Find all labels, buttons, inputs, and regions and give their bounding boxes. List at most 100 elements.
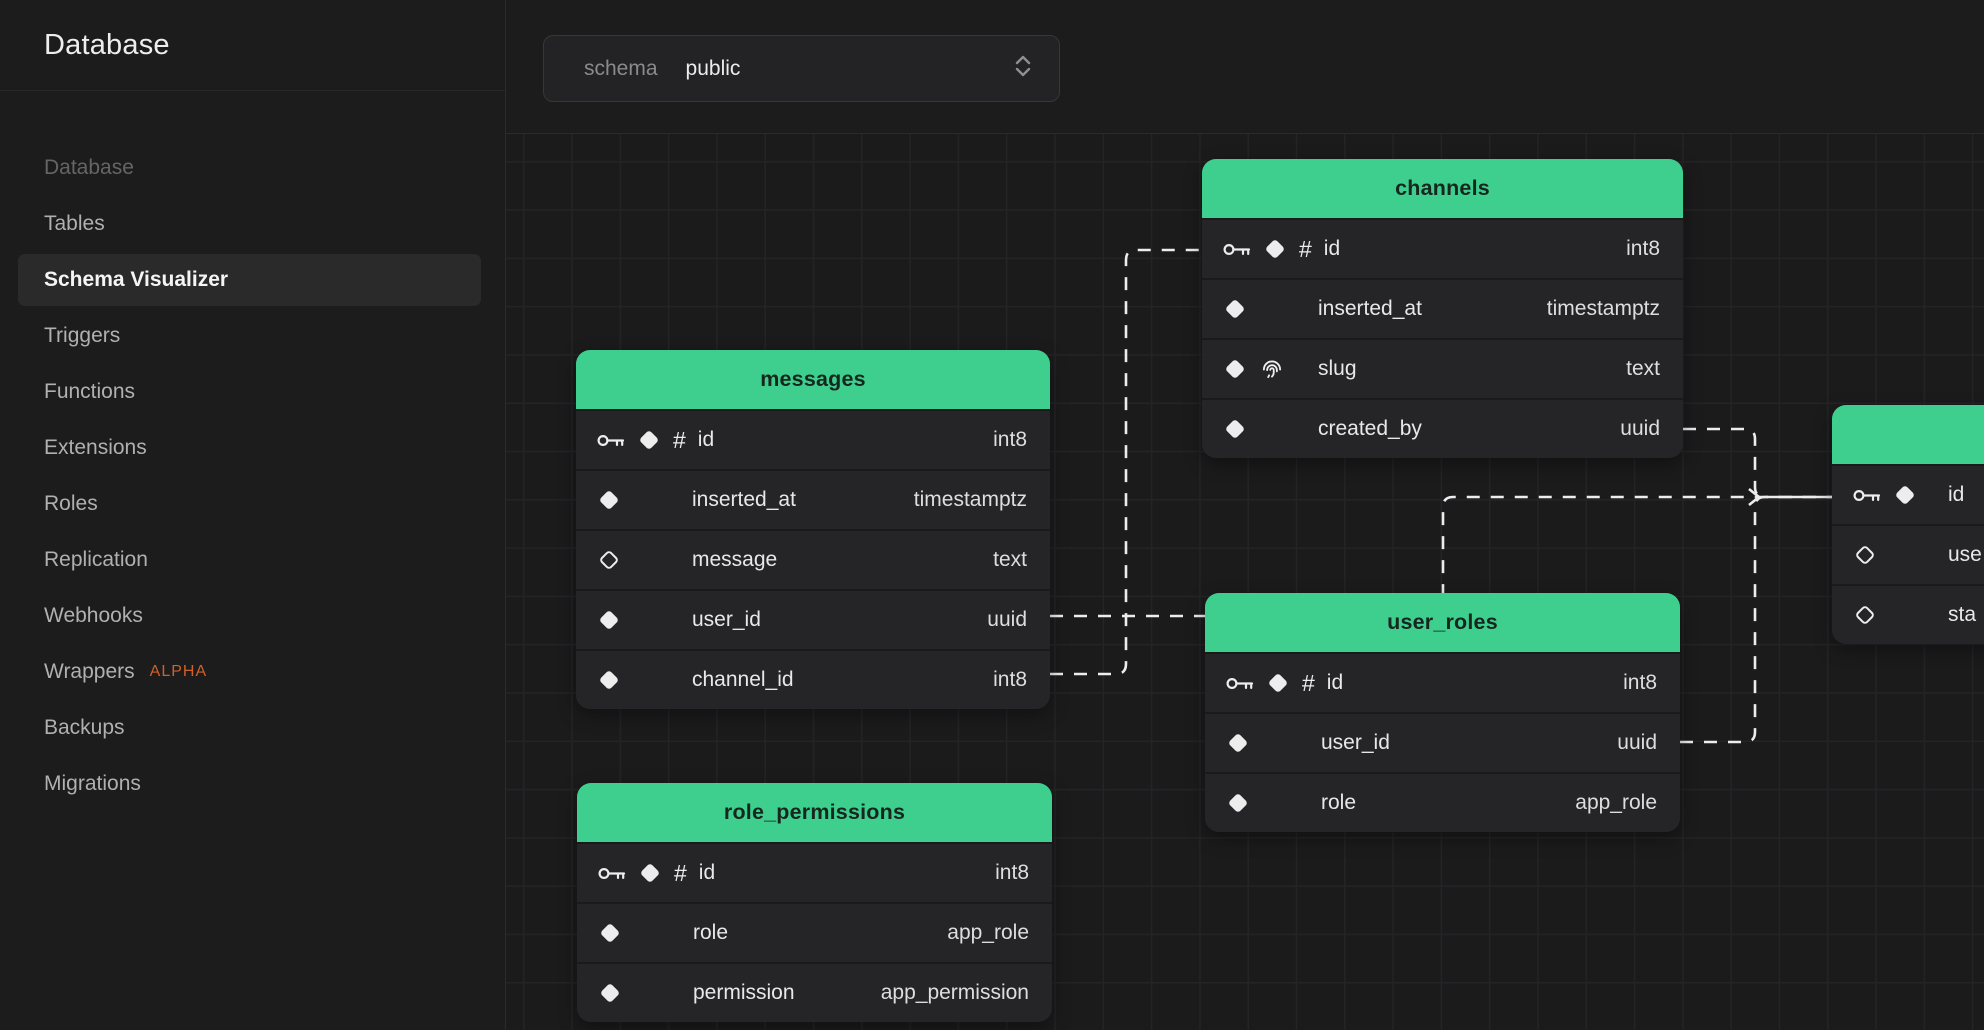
sidebar-item-replication[interactable]: Replication xyxy=(0,532,505,588)
nullable-diamond-icon xyxy=(1853,543,1877,567)
column-icons: # xyxy=(598,861,687,885)
sidebar-item-label: Roles xyxy=(44,492,98,516)
identity-hash-icon: # xyxy=(674,862,687,885)
column-type: uuid xyxy=(1620,417,1660,441)
sidebar-section-database: Database xyxy=(0,140,505,196)
column-icons xyxy=(1853,483,1936,507)
sidebar-item-migrations[interactable]: Migrations xyxy=(0,756,505,812)
table-node-header[interactable]: user_roles xyxy=(1205,593,1680,652)
column-type: text xyxy=(993,548,1027,572)
column-row-user-id: user_iduuid xyxy=(1205,712,1680,772)
column-type: app_role xyxy=(947,921,1029,945)
column-icons xyxy=(1853,543,1936,567)
column-name: id xyxy=(1948,483,1964,507)
column-type: int8 xyxy=(1626,237,1660,261)
column-name: message xyxy=(692,548,777,572)
sidebar-header: Database xyxy=(0,0,505,91)
table-node-role_permissions[interactable]: role_permissions#idint8roleapp_rolepermi… xyxy=(577,783,1052,1022)
column-name: user_id xyxy=(692,608,761,632)
column-row-inserted-at: inserted_attimestamptz xyxy=(576,469,1050,529)
table-name: messages xyxy=(760,367,866,392)
sidebar-item-schema-visualizer[interactable]: Schema Visualizer xyxy=(0,252,505,308)
page-title: Database xyxy=(44,29,170,62)
column-icons xyxy=(598,921,681,945)
table-node-header[interactable]: messages xyxy=(576,350,1050,409)
sidebar-item-label: Schema Visualizer xyxy=(44,268,228,292)
nullable-diamond-icon xyxy=(597,548,621,572)
column-icons xyxy=(1853,603,1936,627)
identity-hash-icon: # xyxy=(673,429,686,452)
column-icons: # xyxy=(1226,671,1315,695)
column-icons: # xyxy=(1223,237,1312,261)
column-row-message: message text xyxy=(576,529,1050,589)
not-null-diamond-icon xyxy=(1263,237,1287,261)
table-name: user_roles xyxy=(1387,610,1498,635)
not-null-diamond-icon xyxy=(1226,731,1250,755)
table-node-header[interactable]: channels xyxy=(1202,159,1683,218)
primary-key-icon xyxy=(1223,241,1251,258)
column-name: inserted_at xyxy=(692,488,796,512)
column-row-role: roleapp_role xyxy=(1205,772,1680,832)
not-null-diamond-icon xyxy=(637,428,661,452)
column-icons xyxy=(1226,791,1309,815)
sidebar-item-wrappers[interactable]: Wrappers ALPHA xyxy=(0,644,505,700)
column-name: channel_id xyxy=(692,668,794,692)
not-null-diamond-icon xyxy=(1266,671,1290,695)
not-null-diamond-icon xyxy=(597,488,621,512)
sidebar-item-label: Functions xyxy=(44,380,135,404)
column-type: text xyxy=(1626,357,1660,381)
column-icons xyxy=(597,548,680,572)
column-icons xyxy=(597,608,680,632)
column-row-role: roleapp_role xyxy=(577,902,1052,962)
column-type: app_permission xyxy=(881,981,1029,1005)
column-row-id: #idint8 xyxy=(576,409,1050,469)
primary-key-icon xyxy=(598,865,626,882)
not-null-diamond-icon xyxy=(638,861,662,885)
sidebar-item-roles[interactable]: Roles xyxy=(0,476,505,532)
sidebar-item-label: Wrappers xyxy=(44,660,135,684)
table-node-user_roles[interactable]: user_roles #idint8user_iduuidroleapp_role xyxy=(1205,593,1680,832)
sidebar-item-tables[interactable]: Tables xyxy=(0,196,505,252)
column-type: int8 xyxy=(993,668,1027,692)
sidebar-item-label: Tables xyxy=(44,212,105,236)
sidebar-item-label: Webhooks xyxy=(44,604,143,628)
topbar: schema public xyxy=(506,0,1984,133)
identity-hash-icon: # xyxy=(1299,238,1312,261)
sidebar-nav: Database Tables Schema Visualizer Triggers F… xyxy=(0,91,505,812)
column-type: timestamptz xyxy=(1547,297,1660,321)
primary-key-icon xyxy=(1226,675,1254,692)
column-type: app_role xyxy=(1575,791,1657,815)
schema-select-dropdown[interactable]: schema public xyxy=(543,35,1060,102)
sidebar-item-label: Replication xyxy=(44,548,148,572)
column-row-channel-id: channel_id int8 xyxy=(576,649,1050,709)
alpha-badge: ALPHA xyxy=(150,663,207,681)
sidebar-item-functions[interactable]: Functions xyxy=(0,364,505,420)
primary-key-icon xyxy=(597,432,625,449)
table-node-channels[interactable]: channels # id int8 inserted_at timestamptz slu… xyxy=(1202,159,1683,458)
table-node-header[interactable]: role_permissions xyxy=(577,783,1052,842)
not-null-diamond-icon xyxy=(597,608,621,632)
not-null-diamond-icon xyxy=(1223,297,1247,321)
sidebar-item-label: Migrations xyxy=(44,772,141,796)
column-name: user_id xyxy=(1321,731,1390,755)
table-node-header[interactable] xyxy=(1832,405,1984,464)
column-row-user-id: user_iduuid xyxy=(576,589,1050,649)
sidebar-item-extensions[interactable]: Extensions xyxy=(0,420,505,476)
table-node-messages[interactable]: messages#idint8inserted_attimestamptzmes… xyxy=(576,350,1050,709)
column-name: inserted_at xyxy=(1318,297,1422,321)
column-row-permission: permissionapp_permission xyxy=(577,962,1052,1022)
not-null-diamond-icon xyxy=(598,921,622,945)
sidebar-item-webhooks[interactable]: Webhooks xyxy=(0,588,505,644)
column-icons xyxy=(1223,356,1306,382)
sidebar: Database Database Tables Schema Visualizer… xyxy=(0,0,506,1030)
column-name: id xyxy=(699,861,715,885)
primary-key-icon xyxy=(1853,487,1881,504)
table-node-partial[interactable]: idusesta xyxy=(1832,405,1984,644)
sidebar-item-triggers[interactable]: Triggers xyxy=(0,308,505,364)
column-row-id: #idint8 xyxy=(1205,652,1680,712)
table-name: role_permissions xyxy=(724,800,905,825)
sidebar-item-backups[interactable]: Backups xyxy=(0,700,505,756)
column-row-slug: slugtext xyxy=(1202,338,1683,398)
column-icons xyxy=(1226,731,1309,755)
column-name: id xyxy=(1324,237,1340,261)
